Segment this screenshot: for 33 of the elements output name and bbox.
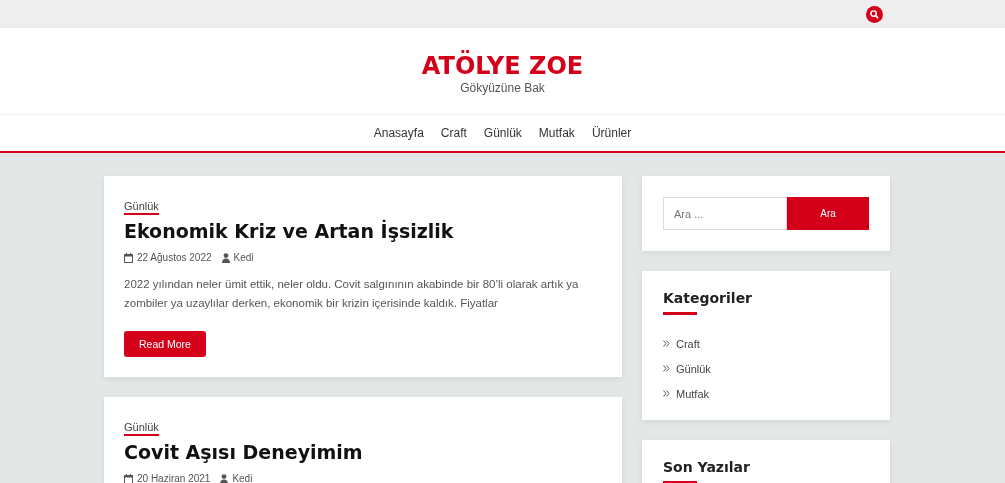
chevron-icon <box>663 390 670 397</box>
calendar-icon <box>124 252 133 263</box>
category-link[interactable]: Günlük <box>124 200 159 215</box>
post-date[interactable]: 22 Ağustos 2022 <box>137 252 212 263</box>
chevron-icon <box>663 340 670 347</box>
post-author[interactable]: Kedi <box>233 252 254 263</box>
search-button[interactable] <box>866 5 883 23</box>
post-title[interactable]: Ekonomik Kriz ve Artan İşsizlik <box>124 220 602 242</box>
category-link[interactable]: Günlük <box>676 362 711 375</box>
nav-link[interactable]: Anasayfa <box>373 126 424 140</box>
user-icon <box>220 473 229 483</box>
calendar-icon <box>124 473 133 483</box>
nav-link[interactable]: Ürünler <box>591 126 632 140</box>
post-excerpt: 2022 yılından neler ümit ettik, neler oldu. Covit salgınının akabinde bir 80’li olarak artık ya zombiler ya uzaylılar derken, ekonomik bir krizin içerisinde kaldık. Fiyatlar <box>124 277 580 311</box>
widget-title: Son Yazılar <box>663 459 750 477</box>
nav-link[interactable]: Günlük <box>483 126 522 140</box>
site-title[interactable]: ATÖLYE ZOE <box>421 51 584 80</box>
widget-title: Kategoriler <box>663 290 753 308</box>
site-tagline: Gökyüzüne Bak <box>460 80 545 95</box>
category-link[interactable]: Mutfak <box>676 387 709 400</box>
nav-link[interactable]: Craft <box>440 126 467 140</box>
post-author[interactable]: Kedi <box>232 473 253 483</box>
nav-link[interactable]: Mutfak <box>538 126 575 140</box>
post-title[interactable]: Covit Aşısı Deneyimim <box>124 441 602 463</box>
category-link[interactable]: Craft <box>676 337 700 350</box>
read-more-button[interactable]: Read More <box>124 331 206 357</box>
search-field[interactable]: Ara ... <box>663 197 787 230</box>
search-submit-button[interactable]: Ara <box>787 197 869 230</box>
search-icon <box>870 9 879 19</box>
chevron-icon <box>663 365 670 372</box>
category-link[interactable]: Günlük <box>124 421 159 436</box>
user-icon <box>221 252 230 263</box>
post-date[interactable]: 20 Haziran 2021 <box>137 473 211 483</box>
